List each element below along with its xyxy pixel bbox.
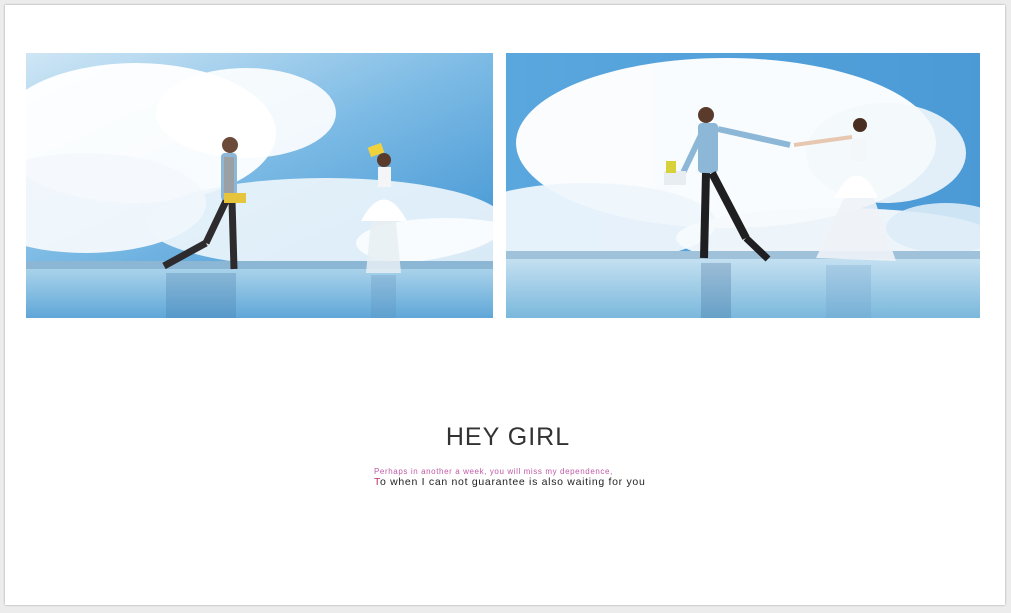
photo-couple-walking	[26, 53, 493, 318]
page-canvas: HEY GIRL Perhaps in another a week, you …	[5, 5, 1005, 605]
subtitle-small-text: Perhaps in another a week, you will miss…	[374, 467, 613, 476]
photo-couple-holding-hands	[506, 53, 980, 318]
subtitle-main-rest: o when I can not guarantee is also waiti…	[379, 476, 646, 488]
subtitle-main-text: To when I can not guarantee is also wait…	[374, 476, 646, 488]
page-title: HEY GIRL	[445, 423, 571, 451]
